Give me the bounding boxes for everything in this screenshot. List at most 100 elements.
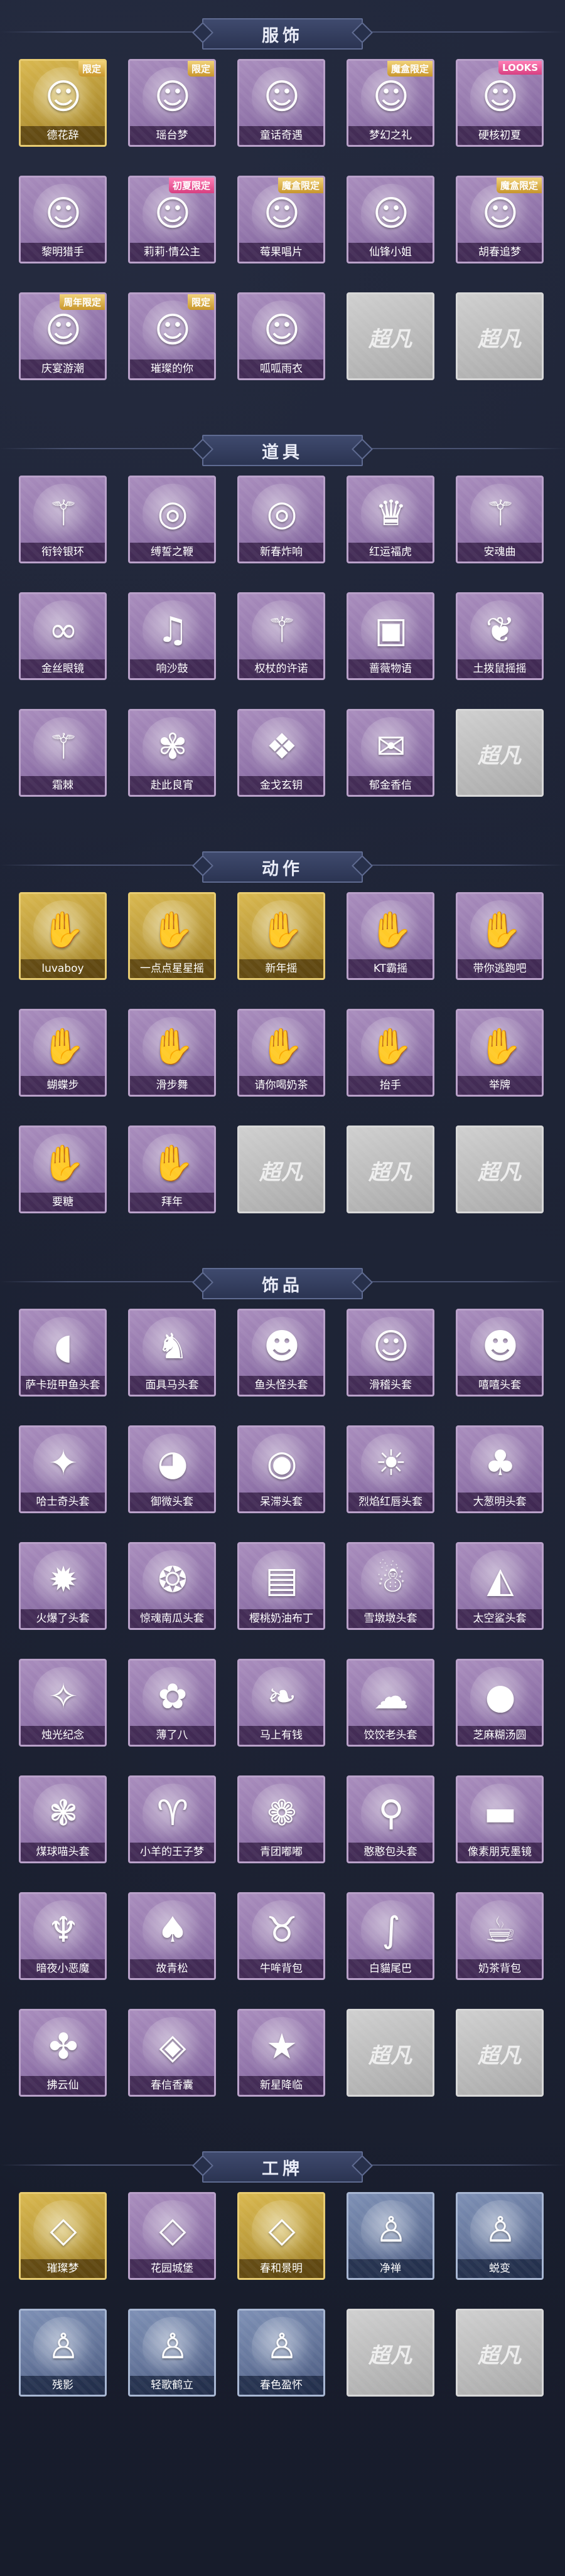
item-card[interactable]: ✋超凡KT霸摇	[347, 892, 434, 980]
item-card[interactable]: ◭超凡太空鲨头套	[456, 1542, 544, 1630]
item-card[interactable]: ♣超凡大葱明头套	[456, 1425, 544, 1513]
item-card[interactable]: ☺超凡周年限定庆宴游潮	[19, 292, 107, 380]
item-card[interactable]: ☺超凡黎明猎手	[19, 176, 107, 263]
item-card[interactable]: ☻超凡嘻嘻头套	[456, 1309, 544, 1397]
item-card[interactable]: ♠超凡故青松	[128, 1892, 216, 1980]
item-card[interactable]: ❖超凡金戈玄钥	[237, 709, 325, 797]
item-card[interactable]: ✋超凡滑步舞	[128, 1009, 216, 1097]
limited-badge: 限定	[78, 61, 105, 77]
item-card[interactable]: ♙超凡轻歌鹤立	[128, 2309, 216, 2397]
item-label: 胡春追梦	[458, 243, 542, 262]
item-card[interactable]: ♈超凡小羊的王子梦	[128, 1775, 216, 1863]
silhouette-icon: ♙	[252, 2317, 312, 2377]
item-card[interactable]: ★超凡新星降临	[237, 2009, 325, 2097]
item-card[interactable]: ♆超凡暗夜小恶魔	[19, 1892, 107, 1980]
item-card[interactable]: ✋超凡新年摇	[237, 892, 325, 980]
item-label: 缚誓之鞭	[130, 543, 214, 562]
section-header: 工牌	[0, 2133, 565, 2192]
item-card[interactable]: ⚚超凡安魂曲	[456, 476, 544, 563]
item-label: 璀璨的你	[130, 359, 214, 378]
item-card[interactable]: ☁超凡饺饺老头套	[347, 1659, 434, 1747]
silhouette-icon: ♙	[33, 2317, 94, 2377]
item-card[interactable]: ✿超凡薄了八	[128, 1659, 216, 1747]
item-card[interactable]: ◎超凡缚誓之鞭	[128, 476, 216, 563]
item-card[interactable]: ✋超凡抬手	[347, 1009, 434, 1097]
item-card[interactable]: ◈超凡春信香囊	[128, 2009, 216, 2097]
item-card[interactable]: ☺超凡限定瑶台梦	[128, 59, 216, 147]
item-card[interactable]: ✉超凡郁金香信	[347, 709, 434, 797]
item-card[interactable]: ♙超凡净禅	[347, 2192, 434, 2280]
item-card[interactable]: ❂超凡惊魂南瓜头套	[128, 1542, 216, 1630]
item-card[interactable]: ♞超凡面具马头套	[128, 1309, 216, 1397]
item-card[interactable]: ♙超凡春色盈怀	[237, 2309, 325, 2397]
item-card[interactable]: ⚚超凡权杖的许诺	[237, 592, 325, 680]
item-card[interactable]: ◇超凡花园城堡	[128, 2192, 216, 2280]
item-card[interactable]: ☺超凡童话奇遇	[237, 59, 325, 147]
item-card[interactable]: ☺超凡呱呱雨衣	[237, 292, 325, 380]
item-card[interactable]: ✤超凡拂云仙	[19, 2009, 107, 2097]
item-card[interactable]: ▤超凡樱桃奶油布丁	[237, 1542, 325, 1630]
item-card[interactable]: ◇超凡璀璨梦	[19, 2192, 107, 2280]
fire-icon: ✹	[33, 1550, 94, 1610]
item-card[interactable]: ☕超凡奶茶背包	[456, 1892, 544, 1980]
empty-slot: 超凡	[456, 292, 544, 380]
item-card[interactable]: ✦超凡哈士奇头套	[19, 1425, 107, 1513]
item-label: 响沙鼓	[130, 659, 214, 678]
item-card[interactable]: ☺超凡初夏限定莉莉·情公主	[128, 176, 216, 263]
staff-icon: ⚚	[33, 717, 94, 777]
item-card[interactable]: ✹超凡火爆了头套	[19, 1542, 107, 1630]
item-card[interactable]: ◖超凡萨卡班甲鱼头套	[19, 1309, 107, 1397]
item-card[interactable]: ▣超凡蔷薇物语	[347, 592, 434, 680]
item-card[interactable]: ♉超凡牛哞背包	[237, 1892, 325, 1980]
item-card[interactable]: ♙超凡蜕变	[456, 2192, 544, 2280]
watermark: 超凡	[478, 2043, 522, 2068]
item-card[interactable]: ♙超凡残影	[19, 2309, 107, 2397]
item-card[interactable]: ✧超凡烛光纪念	[19, 1659, 107, 1747]
pose-icon: ✋	[33, 1017, 94, 1077]
item-card[interactable]: ⚚超凡霜棘	[19, 709, 107, 797]
item-card[interactable]: ∫超凡白貓尾巴	[347, 1892, 434, 1980]
item-card[interactable]: ▬超凡像素朋克墨镜	[456, 1775, 544, 1863]
item-card[interactable]: ◇超凡春和景明	[237, 2192, 325, 2280]
item-card[interactable]: ☺超凡限定德花辞	[19, 59, 107, 147]
item-card[interactable]: ✋超凡带你逃跑吧	[456, 892, 544, 980]
tail-icon: ∫	[361, 1900, 421, 1961]
item-card[interactable]: ☻超凡鱼头怪头套	[237, 1309, 325, 1397]
item-card[interactable]: ❁超凡青团嘟嘟	[237, 1775, 325, 1863]
pose-icon: ✋	[361, 900, 421, 961]
item-card[interactable]: ∞超凡金丝眼镜	[19, 592, 107, 680]
card-icon: ◇	[252, 2200, 312, 2260]
item-card[interactable]: ●超凡芝麻糊汤圆	[456, 1659, 544, 1747]
item-card[interactable]: ✋超凡举牌	[456, 1009, 544, 1097]
item-card[interactable]: ◎超凡新春炸响	[237, 476, 325, 563]
item-card[interactable]: ◕超凡御微头套	[128, 1425, 216, 1513]
item-card[interactable]: ❃超凡煤球喵头套	[19, 1775, 107, 1863]
item-card[interactable]: ✋超凡蝴蝶步	[19, 1009, 107, 1097]
item-card[interactable]: ⚚超凡衔铃银环	[19, 476, 107, 563]
item-card[interactable]: ♛超凡红运福虎	[347, 476, 434, 563]
item-card[interactable]: ☺超凡魔盒限定莓果唱片	[237, 176, 325, 263]
section-4: 工牌◇超凡璀璨梦◇超凡花园城堡◇超凡春和景明♙超凡净禅♙超凡蜕变♙超凡残影♙超凡…	[0, 2133, 565, 2433]
item-card[interactable]: ❧超凡马上有钱	[237, 1659, 325, 1747]
item-card[interactable]: ✋超凡一点点星星摇	[128, 892, 216, 980]
item-card[interactable]: ♫超凡响沙鼓	[128, 592, 216, 680]
item-label: 青团嘟嘟	[239, 1843, 323, 1861]
item-card[interactable]: ✋超凡要糖	[19, 1126, 107, 1213]
item-card[interactable]: ✋超凡请你喝奶茶	[237, 1009, 325, 1097]
staff-icon: ⚚	[252, 600, 312, 661]
item-card[interactable]: ☺超凡仙锋小姐	[347, 176, 434, 263]
section-header: 道具	[0, 417, 565, 476]
item-card[interactable]: ☺超凡限定璀璨的你	[128, 292, 216, 380]
item-card[interactable]: ✋超凡luvaboy	[19, 892, 107, 980]
item-card[interactable]: ☺超凡LOOKS硬核初夏	[456, 59, 544, 147]
item-card[interactable]: ✾超凡赴此良宵	[128, 709, 216, 797]
item-card[interactable]: ☺超凡滑稽头套	[347, 1309, 434, 1397]
item-card[interactable]: ☀超凡烈焰红唇头套	[347, 1425, 434, 1513]
item-card[interactable]: ◉超凡呆滞头套	[237, 1425, 325, 1513]
item-card[interactable]: ❦超凡土拨鼠摇摇	[456, 592, 544, 680]
item-card[interactable]: ☺超凡魔盒限定梦幻之礼	[347, 59, 434, 147]
item-card[interactable]: ✋超凡拜年	[128, 1126, 216, 1213]
item-card[interactable]: ⚲超凡憨憨包头套	[347, 1775, 434, 1863]
item-card[interactable]: ☃超凡雪墩墩头套	[347, 1542, 434, 1630]
item-card[interactable]: ☺超凡魔盒限定胡春追梦	[456, 176, 544, 263]
